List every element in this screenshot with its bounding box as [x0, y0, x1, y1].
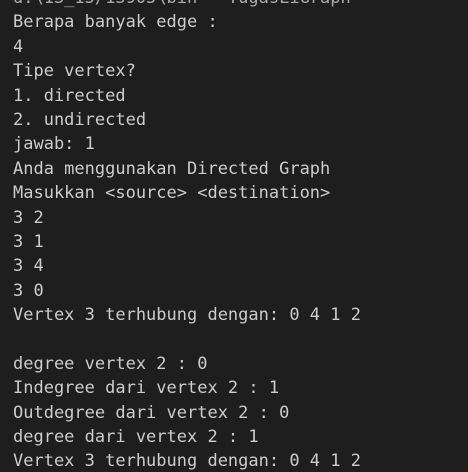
terminal-line: Indegree dari vertex 2 : 1	[13, 378, 280, 399]
terminal-output: d:\13_15/13905\bin - TugasLiGraph Berapa…	[13, 0, 361, 472]
terminal-line-path: d:\13_15/13905\bin - TugasLiGraph	[13, 0, 361, 10]
terminal-line: 3 0	[13, 280, 44, 301]
terminal-line: Masukkan <source> <destination>	[13, 183, 331, 204]
terminal-line: Tipe vertex?	[13, 61, 136, 82]
terminal-line: Berapa banyak edge :	[13, 12, 218, 33]
terminal-line: degree dari vertex 2 : 1	[13, 427, 259, 448]
terminal-line: 3 1	[13, 231, 44, 252]
terminal-line: Outdegree dari vertex 2 : 0	[13, 402, 290, 423]
terminal-line: Vertex 3 terhubung dengan: 0 4 1 2	[13, 451, 361, 472]
terminal-line: 4	[13, 36, 24, 57]
terminal-line: Vertex 3 terhubung dengan: 0 4 1 2	[13, 305, 361, 326]
terminal-line: Anda menggunakan Directed Graph	[13, 158, 331, 179]
terminal-line: 1. directed	[13, 85, 126, 106]
terminal-line: 2. undirected	[13, 109, 147, 130]
terminal-line: 3 2	[13, 207, 44, 228]
terminal-line: jawab: 1	[13, 134, 95, 155]
terminal-line: degree vertex 2 : 0	[13, 353, 208, 374]
terminal-panel[interactable]: d:\13_15/13905\bin - TugasLiGraph Berapa…	[0, 0, 468, 472]
terminal-line: 3 4	[13, 256, 44, 277]
